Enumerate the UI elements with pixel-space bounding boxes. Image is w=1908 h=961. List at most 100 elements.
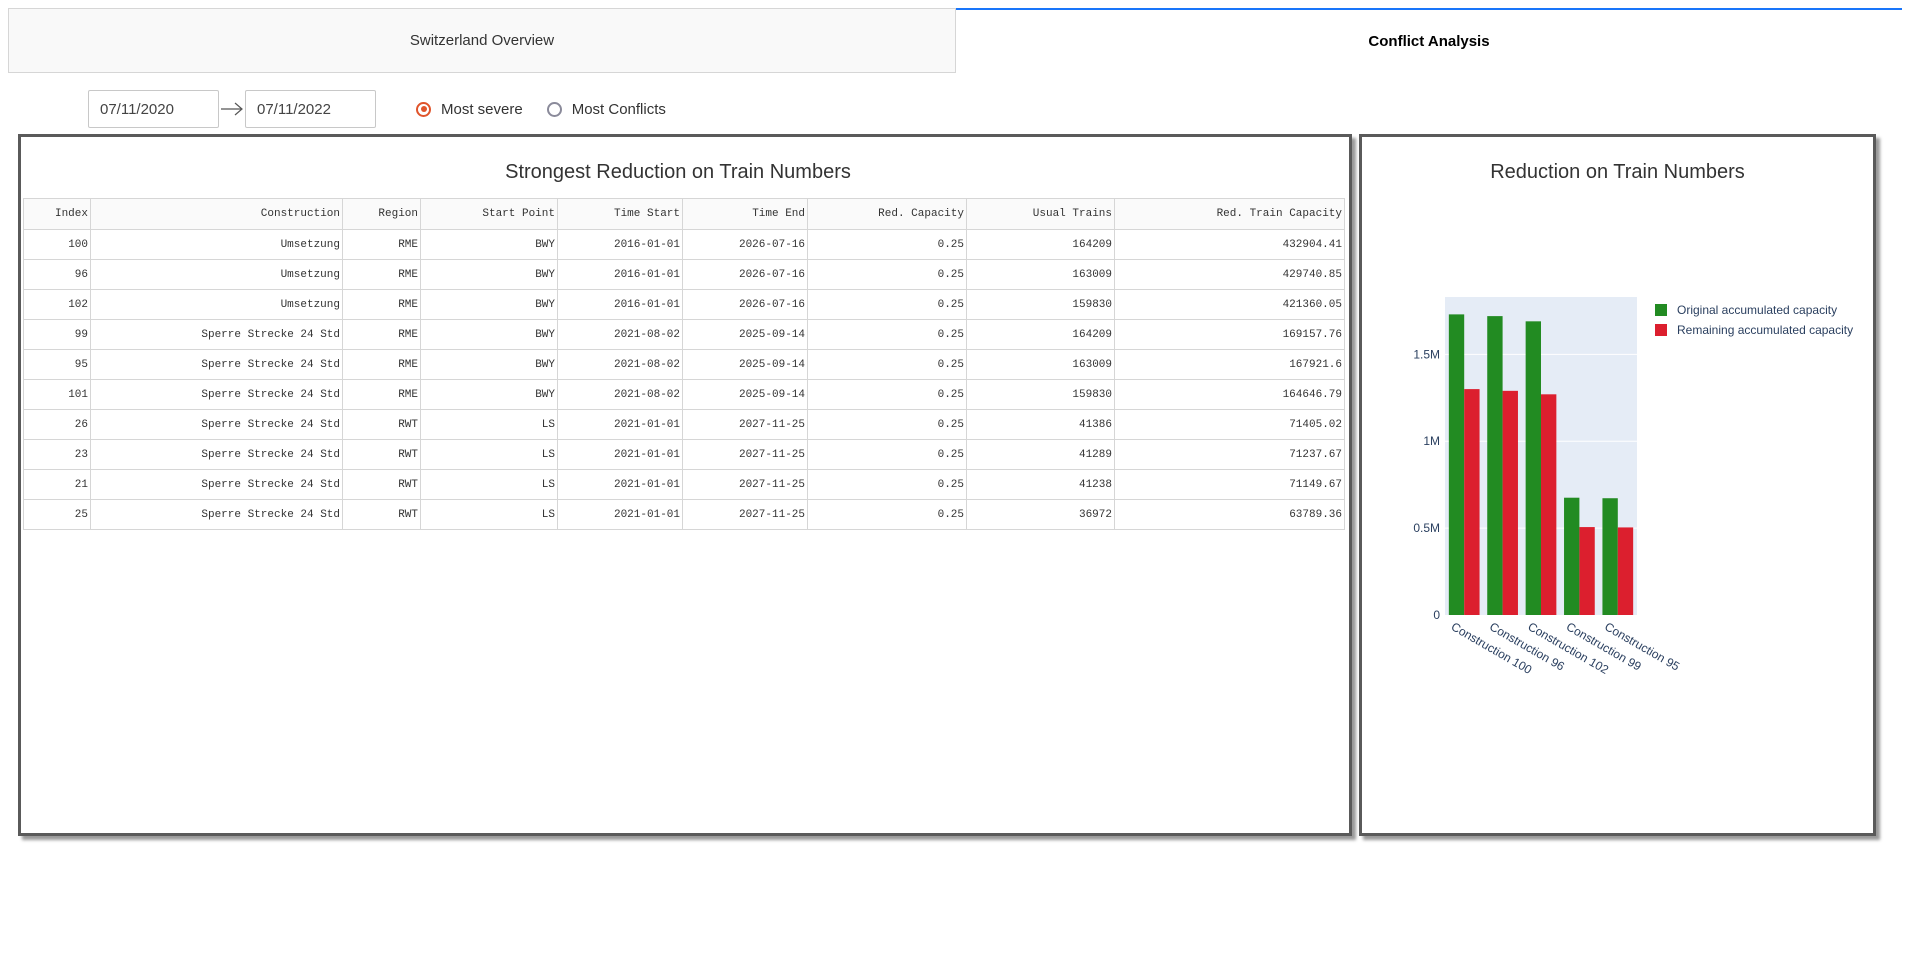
table-cell: 432904.41	[1114, 229, 1345, 260]
table-row[interactable]: 23 Sperre Strecke 24 Std RWT LS 2021-01-01 20…	[23, 439, 1345, 470]
y-tick-label: 0.5M	[1413, 521, 1440, 535]
tab-conflict-analysis[interactable]: Conflict Analysis	[956, 8, 1902, 73]
table-row[interactable]: 25 Sperre Strecke 24 Std RWT LS 2021-01-01 20…	[23, 499, 1345, 530]
table-row[interactable]: 102 Umsetzung RME BWY 2016-01-01 2026-07-16 0.…	[23, 289, 1345, 320]
table-cell: 0.25	[807, 349, 967, 380]
table-cell: 163009	[966, 259, 1115, 290]
table-cell: Sperre Strecke 24 Std	[90, 349, 343, 380]
radio-most-severe[interactable]: Most severe	[416, 101, 523, 118]
table-cell: 2021-01-01	[557, 469, 683, 500]
table-cell: Umsetzung	[90, 259, 343, 290]
table-cell: 2021-01-01	[557, 439, 683, 470]
table-cell: 0.25	[807, 289, 967, 320]
table-cell: RWT	[342, 409, 421, 440]
table-row[interactable]: 100 Umsetzung RME BWY 2016-01-01 2026-07-16 0.…	[23, 229, 1345, 260]
table-cell: 95	[23, 349, 91, 380]
bar	[1487, 316, 1503, 615]
table-cell: RME	[342, 319, 421, 350]
table-cell: 2021-08-02	[557, 349, 683, 380]
bar-chart: 00.5M1M1.5MConstruction 100Construction …	[1413, 297, 1853, 677]
table-cell: 421360.05	[1114, 289, 1345, 320]
table-cell: 41386	[966, 409, 1115, 440]
table-cell: Sperre Strecke 24 Std	[90, 379, 343, 410]
table-cell: 0.25	[807, 409, 967, 440]
table-cell: 2025-09-14	[682, 349, 808, 380]
table-cell: RME	[342, 379, 421, 410]
bar	[1448, 314, 1465, 615]
bar	[1541, 394, 1557, 615]
table-cell: 101	[23, 379, 91, 410]
table-cell: Umsetzung	[90, 289, 343, 320]
table-cell: 0.25	[807, 379, 967, 410]
table-row[interactable]: 26 Sperre Strecke 24 Std RWT LS 2021-01-01 20…	[23, 409, 1345, 440]
table-cell: 100	[23, 229, 91, 260]
column-header[interactable]: Index	[23, 198, 91, 230]
bar	[1564, 497, 1580, 615]
radio-most-conflicts[interactable]: Most Conflicts	[546, 101, 666, 118]
table-cell: LS	[420, 469, 558, 500]
table-cell: LS	[420, 499, 558, 530]
table-title: Strongest Reduction on Train Numbers	[505, 161, 851, 183]
legend-label: Remaining accumulated capacity	[1677, 323, 1853, 337]
table-cell: 159830	[966, 289, 1115, 320]
bar	[1525, 321, 1541, 615]
table-cell: 2021-08-02	[557, 319, 683, 350]
radio-checked-icon[interactable]	[416, 101, 431, 117]
table-cell: 2027-11-25	[682, 499, 808, 530]
table-cell: 2016-01-01	[557, 229, 683, 260]
table-cell: BWY	[420, 349, 558, 380]
table-cell: 169157.76	[1114, 319, 1345, 350]
table-cell: 0.25	[807, 439, 967, 470]
radio-unchecked-icon[interactable]	[546, 101, 562, 117]
table-cell: BWY	[420, 229, 558, 260]
table-cell: BWY	[420, 379, 558, 410]
column-header[interactable]: Usual Trains	[966, 198, 1115, 230]
table-cell: RWT	[342, 439, 421, 470]
table-row[interactable]: 101 Sperre Strecke 24 Std RME BWY 2021-08-02…	[23, 379, 1345, 410]
legend-swatch	[1655, 324, 1667, 336]
column-header[interactable]: Start Point	[420, 198, 558, 230]
column-header[interactable]: Region	[342, 198, 421, 230]
chart-panel: Reduction on Train Numbers 0 0.5M 1M 1.5M Co…	[1359, 134, 1876, 836]
table-row[interactable]: 95 Sperre Strecke 24 Std RME BWY 2021-08-02 2…	[23, 349, 1345, 380]
table-row[interactable]: 99 Sperre Strecke 24 Std RME BWY 2021-08-02 2…	[23, 319, 1345, 350]
table-cell: 167921.6	[1114, 349, 1345, 380]
table-cell: 2026-07-16	[682, 289, 808, 320]
table-cell: RWT	[342, 499, 421, 530]
table-cell: 63789.36	[1114, 499, 1345, 530]
table-cell: 0.25	[807, 319, 967, 350]
table-cell: 71405.02	[1114, 409, 1345, 440]
table-cell: 2016-01-01	[557, 259, 683, 290]
table-cell: 99	[23, 319, 91, 350]
table-cell: 0.25	[807, 499, 967, 530]
table-cell: 164209	[966, 229, 1115, 260]
arrow-right-icon	[219, 90, 245, 128]
table-cell: BWY	[420, 259, 558, 290]
column-header[interactable]: Red. Capacity	[807, 198, 967, 230]
table-cell: 41238	[966, 469, 1115, 500]
table-cell: 2016-01-01	[557, 289, 683, 320]
column-header[interactable]: Time Start	[557, 198, 683, 230]
table-cell: 2021-01-01	[557, 409, 683, 440]
table-row[interactable]: 96 Umsetzung RME BWY 2016-01-01 2026-07-16 0.2…	[23, 259, 1345, 290]
table-cell: 2021-01-01	[557, 499, 683, 530]
end-date-input[interactable]	[245, 90, 376, 128]
table-cell: 429740.85	[1114, 259, 1345, 290]
column-header[interactable]: Time End	[682, 198, 808, 230]
table-cell: 2021-08-02	[557, 379, 683, 410]
table-cell: Sperre Strecke 24 Std	[90, 409, 343, 440]
y-tick-label: 1M	[1423, 434, 1440, 448]
table-cell: Sperre Strecke 24 Std	[90, 319, 343, 350]
start-date-input[interactable]	[88, 90, 219, 128]
bar	[1617, 527, 1634, 615]
table-row[interactable]: 21 Sperre Strecke 24 Std RWT LS 2021-01-01 20…	[23, 469, 1345, 500]
table-cell: 102	[23, 289, 91, 320]
conflict-table: Index Construction Region Start Point Time S…	[23, 198, 1345, 530]
table-cell: 96	[23, 259, 91, 290]
legend-swatch	[1655, 304, 1667, 316]
column-header[interactable]: Construction	[90, 198, 343, 230]
tab-switzerland-overview[interactable]: Switzerland Overview	[8, 8, 956, 73]
table-cell: RME	[342, 349, 421, 380]
sort-mode-radio-group: Most severe Most Conflicts	[416, 101, 690, 118]
column-header[interactable]: Red. Train Capacity	[1114, 198, 1345, 230]
